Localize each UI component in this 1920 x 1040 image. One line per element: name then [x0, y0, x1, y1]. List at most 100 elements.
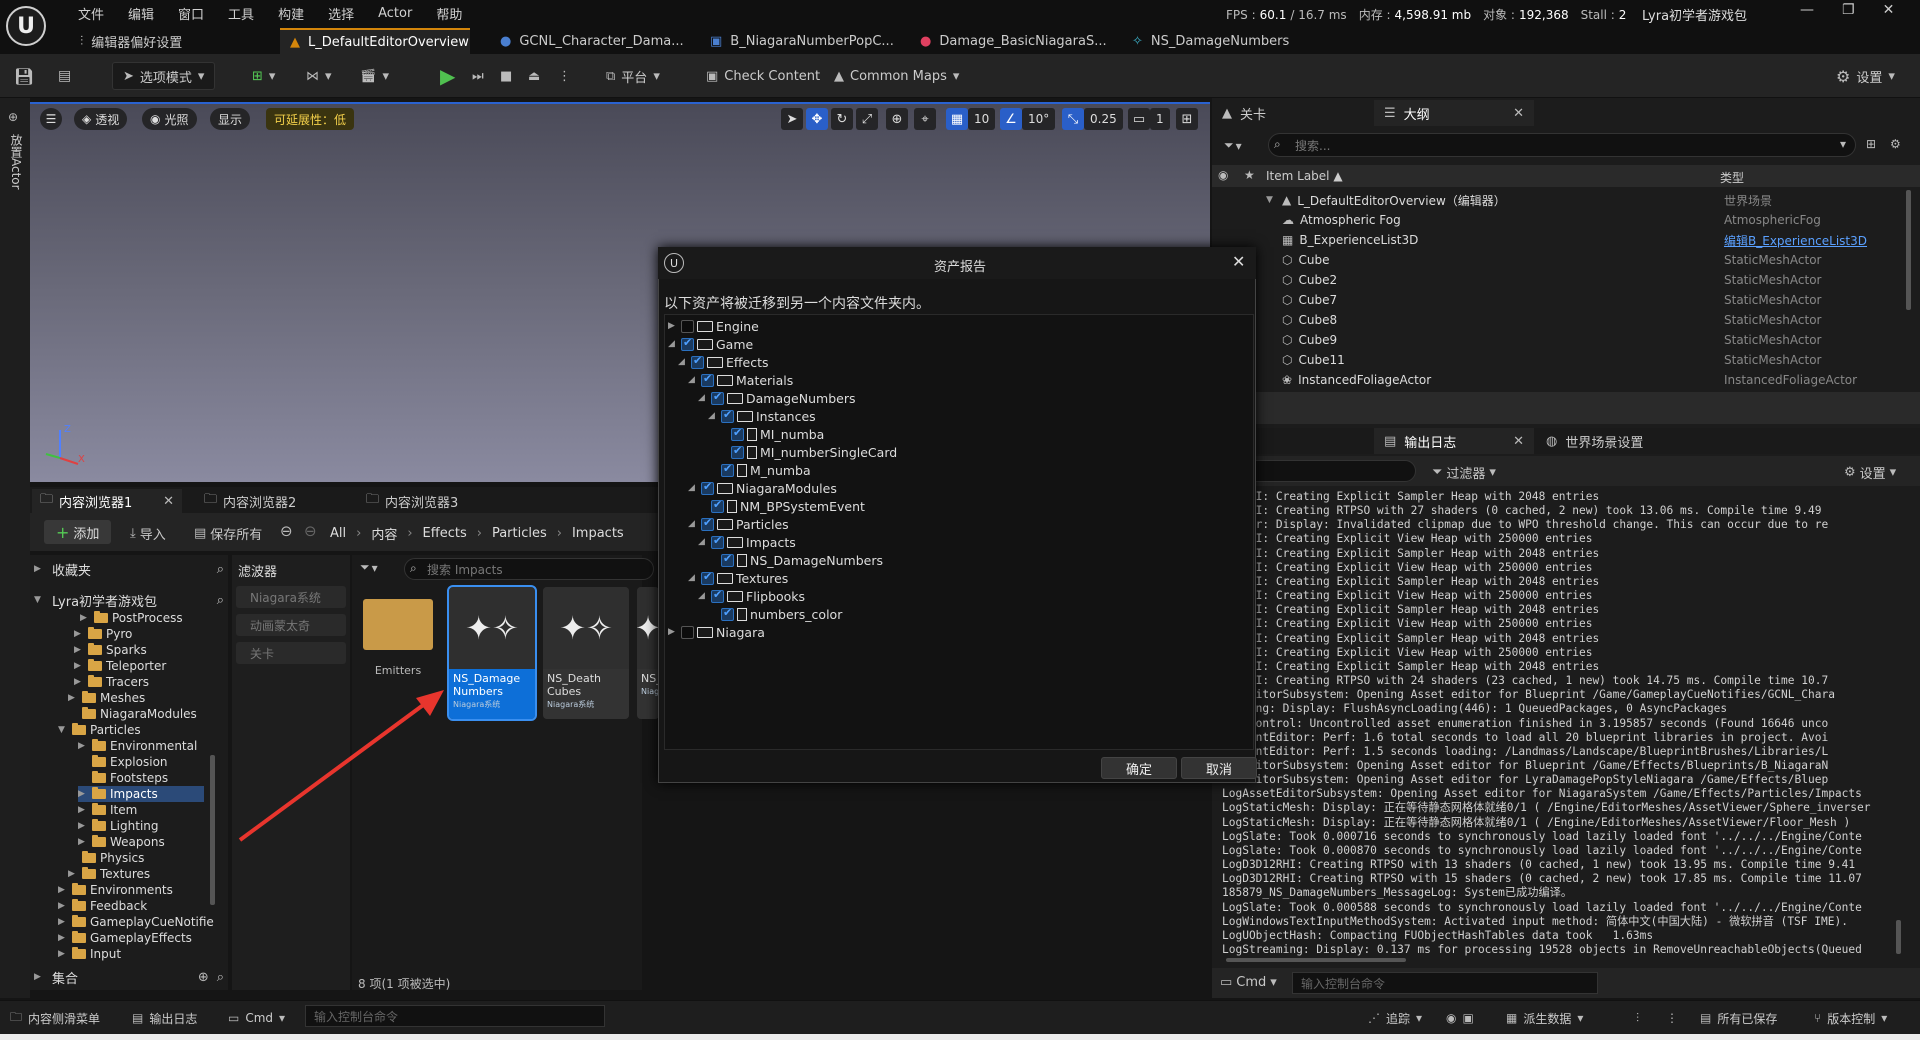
expand-icon[interactable]: ▶ [668, 627, 678, 637]
filter-level[interactable]: 关卡 [236, 642, 346, 664]
expand-icon[interactable]: ▶ [68, 693, 78, 703]
asset-search-input[interactable]: 搜索 Impacts [404, 558, 654, 580]
log-cmd-dropdown[interactable]: ▭ Cmd ▾ [1220, 975, 1277, 990]
camera-speed-icon[interactable]: ▭ [1128, 108, 1150, 130]
output-log-button[interactable]: ▤ 输出日志 [132, 1008, 197, 1028]
tab-content-browser-2[interactable]: 🗀︎ 内容浏览器2 [196, 489, 304, 513]
expand-icon[interactable]: ▶ [80, 613, 90, 623]
cmd-dropdown[interactable]: ▭ Cmd ▾ [228, 1008, 285, 1028]
back-icon[interactable]: ⊖ [280, 522, 293, 540]
menu-select[interactable]: 选择 [316, 4, 366, 23]
content-drawer-button[interactable]: 🗀︎ 内容侧滑菜单 [10, 1008, 100, 1028]
close-icon[interactable]: ✕ [1513, 434, 1524, 449]
add-actor-button[interactable]: ⊞ ▾ [252, 62, 275, 90]
close-icon[interactable]: ✕ [163, 494, 174, 509]
report-item[interactable]: ◢ Textures [688, 569, 788, 587]
log-settings-button[interactable]: ⚙ 设置 ▾ [1844, 463, 1896, 482]
place-actor-icon[interactable]: ⊕ [8, 110, 18, 124]
gear-icon[interactable]: ⚙ [1890, 137, 1901, 151]
item-checkbox[interactable] [681, 625, 694, 639]
platforms-button[interactable]: ⧉ 平台 ▾ [606, 62, 660, 90]
report-item[interactable]: numbers_color [708, 605, 842, 623]
item-checkbox[interactable] [721, 606, 734, 621]
outliner-row[interactable]: ⬡ Cube2 StaticMeshActor [1212, 270, 1902, 290]
report-item[interactable]: ◢ Materials [688, 371, 793, 389]
expand-icon[interactable]: ▼ [58, 725, 68, 735]
tree-folder-item[interactable]: ▶ Lighting [78, 818, 159, 834]
search-icon[interactable]: ⌕ [217, 970, 224, 985]
tree-folder-item[interactable]: Footsteps [78, 770, 168, 786]
report-item[interactable]: MI_numberSingleCard [718, 443, 897, 461]
tree-folder-item[interactable]: ▶ Input [58, 946, 121, 962]
tree-folder-item[interactable]: Explosion [78, 754, 168, 770]
tree-scrollbar[interactable] [210, 755, 215, 905]
restore-icon[interactable]: ❐ [1842, 2, 1855, 18]
common-maps-button[interactable]: ▲ Common Maps ▾ [834, 62, 959, 90]
chevron-down-icon[interactable]: ▾ [1840, 137, 1846, 151]
column-type[interactable]: 类型 [1720, 169, 1744, 186]
menu-actor[interactable]: Actor [366, 6, 424, 21]
trace-button[interactable]: ⋰ 追踪 ▾ [1368, 1008, 1422, 1028]
show-button[interactable]: 显示 [210, 108, 251, 130]
crumb-content[interactable]: 内容 [371, 524, 397, 543]
tree-folder-item[interactable]: ▶ Sparks [74, 642, 147, 658]
outliner-row[interactable]: ⬡ Cube7 StaticMeshActor [1212, 290, 1902, 310]
eject-button[interactable]: ⏏ [528, 62, 540, 90]
expand-icon[interactable]: ▶ [668, 321, 678, 331]
tab-editor-preferences[interactable]: ⫶ 编辑器偏好设置 [70, 28, 192, 54]
star-icon[interactable]: ★ [1244, 168, 1255, 182]
expand-icon[interactable]: ◢ [688, 483, 698, 493]
select-tool-icon[interactable]: ➤ [781, 108, 803, 130]
crumb-impacts[interactable]: Impacts [572, 526, 624, 541]
scalability-badge[interactable]: 可延展性：低 [266, 108, 355, 130]
tab-world-settings[interactable]: ◍ 世界场景设置 [1536, 428, 1653, 454]
expand-icon[interactable]: ◢ [698, 537, 708, 547]
expand-icon[interactable]: ◢ [678, 357, 688, 367]
tree-folder-item[interactable]: ▶ GameplayCueNotifie [58, 914, 214, 930]
item-checkbox[interactable] [731, 444, 744, 459]
expand-icon[interactable]: ◢ [708, 411, 718, 421]
column-item-label[interactable]: Item Label ▲ [1266, 169, 1343, 183]
blueprint-button[interactable]: ⋈ ▾ [306, 62, 332, 90]
item-checkbox[interactable] [711, 588, 724, 603]
report-item[interactable]: M_numba [708, 461, 811, 479]
content-browser-icon[interactable]: ▤ [58, 62, 71, 90]
menu-window[interactable]: 窗口 [166, 4, 216, 23]
unreal-logo-icon[interactable]: U [6, 6, 46, 46]
stats-bars-icon[interactable]: ⫶ [1636, 1008, 1639, 1028]
tree-folder-item[interactable]: ▶ Feedback [58, 898, 147, 914]
tab-niagara-number-pop[interactable]: ▣ B_NiagaraNumberPopC... [700, 28, 904, 54]
outliner-filter-button[interactable]: ⏷ ▾ [1224, 138, 1242, 153]
close-icon[interactable]: ✕ [1513, 106, 1524, 121]
check-content-button[interactable]: ▣ Check Content [706, 62, 820, 90]
tree-folder-item[interactable]: NiagaraModules [68, 706, 197, 722]
report-item[interactable]: ◢ Game [668, 335, 753, 353]
asset-ns-damage-numbers[interactable]: ✦✧ NS_Damage Numbers Niagara系统 [447, 585, 537, 721]
report-item[interactable]: ◢ Instances [708, 407, 816, 425]
viewport-menu-button[interactable]: ☰ [40, 108, 62, 130]
collapse-icon[interactable]: ▼ [1266, 195, 1276, 205]
item-checkbox[interactable] [701, 372, 714, 387]
report-item[interactable]: ▶ Niagara [668, 623, 765, 641]
tree-folder-item[interactable]: ▶ Tracers [74, 674, 149, 690]
report-item[interactable]: ◢ Impacts [698, 533, 796, 551]
maximize-viewport-icon[interactable]: ⊞ [1176, 108, 1198, 130]
report-item[interactable]: ◢ NiagaraModules [688, 479, 837, 497]
item-checkbox[interactable] [731, 426, 744, 441]
expand-icon[interactable]: ▶ [78, 837, 88, 847]
log-console-input[interactable]: 输入控制台命令 [1292, 972, 1598, 994]
project-root-header[interactable]: ▼ Lyra初学者游戏包 ⌕ [34, 588, 224, 612]
filter-dropdown-button[interactable]: ⏷ ▾ [360, 560, 378, 575]
item-checkbox[interactable] [681, 319, 694, 333]
expand-icon[interactable]: ▶ [74, 677, 84, 687]
item-checkbox[interactable] [711, 534, 724, 549]
asset-ns-death-cubes[interactable]: ✦✧ NS_Death Cubes Niagara系统 [543, 587, 629, 719]
outliner-row[interactable]: ⬡ Cube9 StaticMeshActor [1212, 330, 1902, 350]
visibility-eye-icon[interactable]: ◉ [1218, 168, 1228, 182]
item-checkbox[interactable] [711, 498, 724, 513]
report-item[interactable]: NM_BPSystemEvent [698, 497, 865, 515]
source-control-button[interactable]: ⑂ 版本控制 ▾ [1814, 1008, 1887, 1028]
log-v-scrollbar[interactable] [1896, 920, 1901, 954]
expand-icon[interactable]: ▶ [58, 885, 68, 895]
derived-data-button[interactable]: ▦ 派生数据 ▾ [1506, 1008, 1583, 1028]
